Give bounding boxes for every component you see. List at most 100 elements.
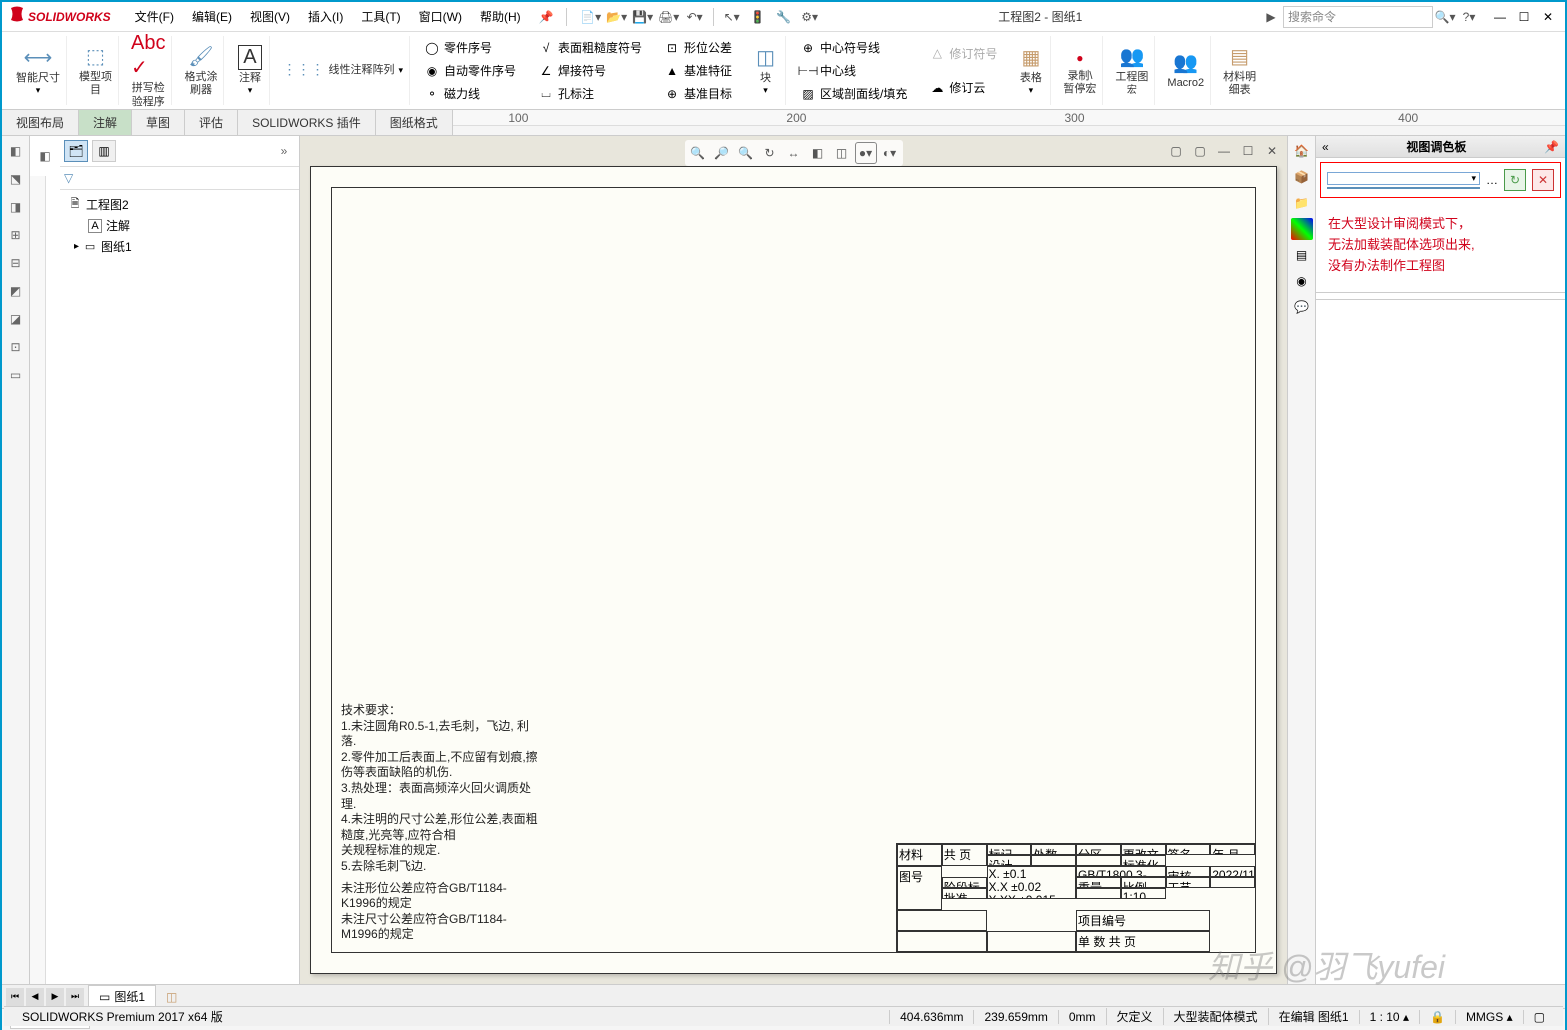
view-min-icon[interactable]: — [1213,140,1235,162]
search-cmd-icon[interactable]: ▶ [1259,6,1283,28]
tp-model-combo[interactable]: ▾ [1327,172,1480,185]
select-icon[interactable]: ↖▾ [720,6,744,28]
rebuild-icon[interactable]: 🔧 [772,6,796,28]
format-painter-button[interactable]: 🖌 格式涂 刷器 [178,36,224,105]
lt-icon-4[interactable]: ⊞ [5,224,27,246]
menu-insert[interactable]: 插入(I) [300,4,351,29]
tree-sheet1[interactable]: ▸ ▭ 图纸1 [68,236,291,257]
drawing-macro-button[interactable]: 👥 工程图 宏 [1109,36,1155,105]
tp-collapse-icon[interactable]: « [1322,140,1329,154]
traffic-light-icon[interactable]: 🚦 [746,6,770,28]
tree-root[interactable]: 🗎 工程图2 [68,194,291,215]
lt-icon-8[interactable]: ⊡ [5,336,27,358]
section-icon[interactable]: ◧ [807,142,829,164]
menu-file[interactable]: 文件(F) [127,4,182,29]
fm-expand-icon[interactable]: » [273,140,295,162]
tables-button[interactable]: ▦ 表格 ▾ [1011,36,1051,105]
sheet-prev-icon[interactable]: ◀ [26,988,44,1006]
lt-icon-5[interactable]: ⊟ [5,252,27,274]
area-hatch-button[interactable]: ▨区域剖面线/填充 [796,83,911,104]
appearance-icon[interactable]: ●▾ [855,142,877,164]
undo-icon[interactable]: ↶▾ [683,6,707,28]
surface-finish-button[interactable]: √表面粗糙度符号 [534,37,646,58]
tp-config-combo[interactable] [1327,187,1480,189]
rs-forum-icon[interactable]: 💬 [1291,296,1313,318]
lt-icon-1[interactable]: ◧ [5,140,27,162]
maximize-icon[interactable]: ☐ [1513,7,1535,27]
lt-icon-6[interactable]: ◩ [5,280,27,302]
lt-icon-3[interactable]: ◨ [5,196,27,218]
balloon-button[interactable]: ◯零件序号 [420,37,520,58]
menu-view[interactable]: 视图(V) [242,4,298,29]
model-items-button[interactable]: ⬚ 模型项 目 [73,36,119,105]
hole-callout-button[interactable]: ⌴孔标注 [534,83,646,104]
search-go-icon[interactable]: 🔍▾ [1433,6,1457,28]
zoom-prev-icon[interactable]: 🔍 [735,142,757,164]
zoom-area-icon[interactable]: 🔎 [711,142,733,164]
menu-help[interactable]: 帮助(H) [472,4,529,29]
options-icon[interactable]: ⚙▾ [798,6,822,28]
note-button[interactable]: A 注释 ▾ [230,36,270,105]
rs-palette-icon[interactable] [1291,218,1313,240]
rs-appearance-icon[interactable]: ◉ [1291,270,1313,292]
fm-tab-config[interactable]: ▥ [92,140,116,162]
view-max-icon[interactable]: ☐ [1237,140,1259,162]
lt-icon-2[interactable]: ⬔ [5,168,27,190]
zoom-fit-icon[interactable]: 🔍 [687,142,709,164]
minimize-icon[interactable]: — [1489,7,1511,27]
record-macro-button[interactable]: ● 录制\ 暂停宏 [1057,36,1103,105]
tab-sketch[interactable]: 草图 [132,110,185,135]
hide-show-icon[interactable]: ◐▾ [879,142,901,164]
sb-units[interactable]: MMGS ▴ [1455,1010,1523,1024]
menu-tools[interactable]: 工具(T) [353,4,408,29]
smart-dimension-button[interactable]: ⟷ 智能尺寸 ▾ [10,36,67,105]
help-icon[interactable]: ?▾ [1457,6,1481,28]
add-sheet-icon[interactable]: ◫ [160,990,183,1004]
view-next-icon[interactable]: ▢ [1189,140,1211,162]
menu-edit[interactable]: 编辑(E) [184,4,240,29]
linear-pattern-button[interactable]: ⋮⋮⋮ 线性注释阵列 ▾ [276,36,410,105]
rs-views-icon[interactable]: ▤ [1291,244,1313,266]
block-button[interactable]: ◫ 块 ▾ [746,36,786,105]
save-icon[interactable]: 💾▾ [631,6,655,28]
spell-check-button[interactable]: Abc✓ 拼写检 验程序 [125,36,172,105]
sb-extra-icon[interactable]: ▢ [1523,1010,1555,1024]
rs-folder-icon[interactable]: 📁 [1291,192,1313,214]
fm-tab-tree[interactable]: 🗂 [64,140,88,162]
pan-icon[interactable]: ↔ [783,142,805,164]
search-input[interactable]: 搜索命令 [1283,6,1433,28]
new-icon[interactable]: 📄▾ [579,6,603,28]
datum-target-button[interactable]: ⊕基准目标 [660,83,736,104]
sheet-first-icon[interactable]: ⏮ [6,988,24,1006]
centerline-button[interactable]: ⊢⊣中心线 [796,60,911,81]
expand-tree-icon[interactable]: ◧ [34,145,56,167]
rs-box-icon[interactable]: 📦 [1291,166,1313,188]
macro2-button[interactable]: 👥 Macro2 [1161,36,1211,105]
pin-icon[interactable]: 📌 [531,6,562,28]
tree-annotations[interactable]: A 注解 [68,215,291,236]
rs-home-icon[interactable]: 🏠 [1291,140,1313,162]
rev-cloud-button[interactable]: ☁修订云 [925,77,1001,98]
center-mark-button[interactable]: ⊕中心符号线 [796,37,911,58]
tp-refresh-icon[interactable]: ↻ [1504,169,1526,191]
fm-filter[interactable]: ▽ [60,167,299,190]
print-icon[interactable]: 🖨▾ [657,6,681,28]
view-cube-icon[interactable]: ▢ [1165,140,1187,162]
close-icon[interactable]: ✕ [1537,7,1559,27]
tab-view-layout[interactable]: 视图布局 [2,110,79,135]
tp-cancel-icon[interactable]: ✕ [1532,169,1554,191]
sheet-tab-1[interactable]: ▭ 图纸1 [88,985,156,1008]
view-close-icon[interactable]: ✕ [1261,140,1283,162]
sheet-last-icon[interactable]: ⏭ [66,988,84,1006]
tab-sheet-format[interactable]: 图纸格式 [376,110,453,135]
bom-button[interactable]: ▤ 材料明 细表 [1217,36,1262,105]
sheet-next-icon[interactable]: ▶ [46,988,64,1006]
open-icon[interactable]: 📂▾ [605,6,629,28]
sb-scale[interactable]: 1 : 10 ▴ [1359,1010,1419,1024]
rotate-icon[interactable]: ↻ [759,142,781,164]
tab-annotation[interactable]: 注解 [79,110,132,135]
view-box-icon[interactable]: ◫ [831,142,853,164]
geo-tolerance-button[interactable]: ⊡形位公差 [660,37,736,58]
magnetic-line-button[interactable]: ⚬磁力线 [420,83,520,104]
lt-icon-7[interactable]: ◪ [5,308,27,330]
